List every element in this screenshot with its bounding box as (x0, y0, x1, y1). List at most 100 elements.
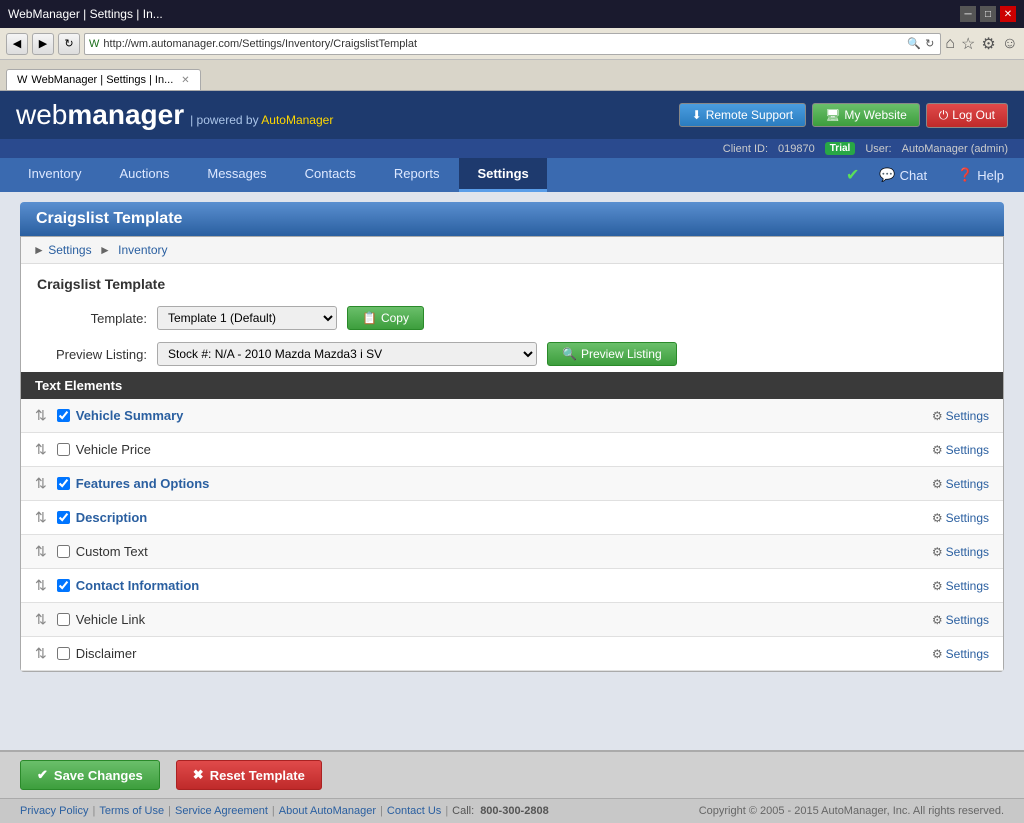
tab-bar: W WebManager | Settings | In... ✕ (0, 60, 1024, 90)
nav-reports[interactable]: Reports (376, 158, 458, 192)
home-icon[interactable]: ⌂ (945, 35, 955, 53)
checkbox-custom-text[interactable] (57, 545, 70, 558)
nav-auctions[interactable]: Auctions (101, 158, 187, 192)
footer-sep-1: | (92, 805, 95, 817)
settings-link-vehicle-link[interactable]: ⚙ Settings (932, 613, 989, 627)
tab-favicon: W (17, 74, 27, 86)
element-row-4: ⇅ Description ⚙ Settings (21, 501, 1003, 535)
privacy-policy-link[interactable]: Privacy Policy (20, 805, 88, 817)
browser-nav-bar: ◀ ▶ ↻ W http://wm.automanager.com/Settin… (0, 28, 1024, 60)
element-row-6: ⇅ Contact Information ⚙ Settings (21, 569, 1003, 603)
nav-inventory[interactable]: Inventory (10, 158, 99, 192)
checkbox-features-options[interactable] (57, 477, 70, 490)
drag-handle-8[interactable]: ⇅ (35, 645, 47, 662)
settings-link-contact-information[interactable]: ⚙ Settings (932, 579, 989, 593)
drag-handle-4[interactable]: ⇅ (35, 509, 47, 526)
star-icon[interactable]: ☆ (961, 34, 975, 54)
title-bar-left: WebManager | Settings | In... (8, 7, 163, 21)
address-bar[interactable]: W http://wm.automanager.com/Settings/Inv… (84, 33, 941, 55)
element-name-description: Description (76, 510, 504, 525)
text-elements-header: Text Elements (21, 372, 1003, 399)
drag-handle-7[interactable]: ⇅ (35, 611, 47, 628)
reset-label: Reset Template (210, 768, 305, 783)
my-website-button[interactable]: 🖥 My Website (812, 103, 920, 127)
element-name-contact-information: Contact Information (76, 578, 504, 593)
save-changes-button[interactable]: ✔ Save Changes (20, 760, 160, 790)
maximize-button[interactable]: □ (980, 6, 996, 22)
element-name-disclaimer: Disclaimer (76, 646, 504, 661)
element-row-5: ⇅ Custom Text ⚙ Settings (21, 535, 1003, 569)
section-title: Craigslist Template (21, 264, 1003, 300)
gear-icon-3: ⚙ (932, 477, 943, 491)
tab-close-icon[interactable]: ✕ (181, 75, 189, 86)
nav-settings[interactable]: Settings (459, 158, 546, 192)
address-search-icon[interactable]: 🔍 (905, 37, 923, 50)
active-tab[interactable]: W WebManager | Settings | In... ✕ (6, 69, 201, 90)
nav-help[interactable]: ❓ Help (947, 159, 1014, 191)
back-button[interactable]: ◀ (6, 33, 28, 55)
minimize-button[interactable]: ─ (960, 6, 976, 22)
settings-link-disclaimer[interactable]: ⚙ Settings (932, 647, 989, 661)
smiley-icon[interactable]: ☺ (1002, 35, 1018, 53)
page-title: Craigslist Template (36, 210, 182, 227)
breadcrumb: ► Settings ► Inventory (21, 237, 1003, 264)
terms-of-use-link[interactable]: Terms of Use (99, 805, 164, 817)
drag-handle-6[interactable]: ⇅ (35, 577, 47, 594)
drag-handle-2[interactable]: ⇅ (35, 441, 47, 458)
template-select[interactable]: Template 1 (Default) (157, 306, 337, 330)
nav-chat[interactable]: 💬 Chat (869, 159, 937, 191)
nav-contacts[interactable]: Contacts (287, 158, 374, 192)
gear-icon-4: ⚙ (932, 511, 943, 525)
log-out-button[interactable]: ⏻ Log Out (926, 103, 1008, 128)
copy-button[interactable]: 📋 Copy (347, 306, 424, 330)
checkbox-description[interactable] (57, 511, 70, 524)
save-icon: ✔ (37, 767, 48, 783)
tools-icon[interactable]: ⚙ (981, 34, 995, 54)
close-button[interactable]: ✕ (1000, 6, 1016, 22)
drag-handle-5[interactable]: ⇅ (35, 543, 47, 560)
reset-template-button[interactable]: ✖ Reset Template (176, 760, 322, 790)
remote-support-label: Remote Support (706, 108, 793, 122)
settings-link-custom-text[interactable]: ⚙ Settings (932, 545, 989, 559)
copy-icon: 📋 (362, 311, 377, 325)
checkbox-disclaimer[interactable] (57, 647, 70, 660)
checkbox-vehicle-link[interactable] (57, 613, 70, 626)
footer-bar: ✔ Save Changes ✖ Reset Template (0, 750, 1024, 798)
footer-copyright: Copyright © 2005 - 2015 AutoManager, Inc… (699, 805, 1004, 817)
nav-messages[interactable]: Messages (189, 158, 284, 192)
help-label: Help (977, 168, 1004, 183)
settings-link-vehicle-price[interactable]: ⚙ Settings (932, 443, 989, 457)
checkmark-icon: ✔ (846, 165, 859, 185)
forward-button[interactable]: ▶ (32, 33, 54, 55)
address-refresh-icon[interactable]: ↻ (923, 37, 936, 50)
settings-link-description[interactable]: ⚙ Settings (932, 511, 989, 525)
breadcrumb-settings[interactable]: Settings (48, 243, 91, 257)
contact-us-link[interactable]: Contact Us (387, 805, 441, 817)
drag-handle-3[interactable]: ⇅ (35, 475, 47, 492)
preview-listing-select[interactable]: Stock #: N/A - 2010 Mazda Mazda3 i SV (157, 342, 537, 366)
breadcrumb-inventory[interactable]: Inventory (118, 243, 167, 257)
client-id-label: Client ID: (723, 143, 768, 155)
checkbox-contact-information[interactable] (57, 579, 70, 592)
element-row-1: ⇅ Vehicle Summary ⚙ Settings (21, 399, 1003, 433)
element-row-7: ⇅ Vehicle Link ⚙ Settings (21, 603, 1003, 637)
gear-icon-1: ⚙ (932, 409, 943, 423)
settings-link-label-8: Settings (946, 647, 989, 661)
checkbox-vehicle-summary[interactable] (57, 409, 70, 422)
lock-icon: W (89, 38, 99, 50)
settings-link-features-options[interactable]: ⚙ Settings (932, 477, 989, 491)
settings-link-vehicle-summary[interactable]: ⚙ Settings (932, 409, 989, 423)
remote-support-button[interactable]: ⬇ Remote Support (679, 103, 806, 127)
preview-listing-btn-label: Preview Listing (581, 347, 662, 361)
settings-link-label-7: Settings (946, 613, 989, 627)
service-agreement-link[interactable]: Service Agreement (175, 805, 268, 817)
checkbox-vehicle-price[interactable] (57, 443, 70, 456)
client-bar: Client ID: 019870 Trial User: AutoManage… (0, 139, 1024, 158)
refresh-button[interactable]: ↻ (58, 33, 80, 55)
save-label: Save Changes (54, 768, 143, 783)
element-name-vehicle-link: Vehicle Link (76, 612, 504, 627)
my-website-label: My Website (844, 108, 906, 122)
drag-handle-1[interactable]: ⇅ (35, 407, 47, 424)
about-automanager-link[interactable]: About AutoManager (279, 805, 376, 817)
preview-listing-button[interactable]: 🔍 Preview Listing (547, 342, 677, 366)
